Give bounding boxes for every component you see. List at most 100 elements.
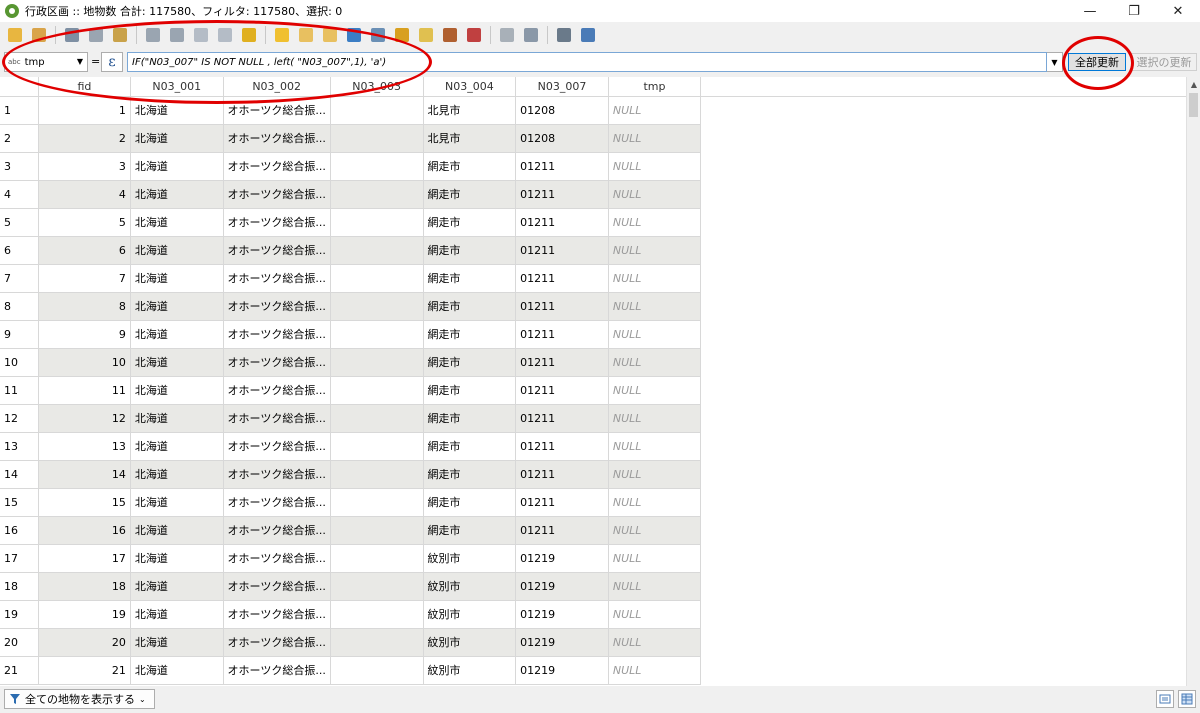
update-selected-button[interactable]: 選択の更新 bbox=[1131, 53, 1197, 71]
table-cell[interactable]: オホーツク総合振... bbox=[223, 152, 331, 181]
table-cell[interactable]: 7 bbox=[38, 264, 131, 293]
table-cell[interactable]: 01211 bbox=[515, 264, 609, 293]
row-header[interactable]: 7 bbox=[0, 264, 39, 293]
table-cell[interactable]: 01211 bbox=[515, 516, 609, 545]
table-row[interactable]: 1 1 北海道 オホーツク総合振... 北見市 01208 NULL bbox=[0, 96, 1186, 125]
table-row[interactable]: 16 16 北海道 オホーツク総合振... 網走市 01211 NULL bbox=[0, 516, 1186, 545]
table-cell[interactable]: 20 bbox=[38, 628, 131, 657]
table-cell[interactable]: 北海道 bbox=[130, 180, 224, 209]
row-header[interactable]: 8 bbox=[0, 292, 39, 321]
table-cell[interactable]: 01211 bbox=[515, 460, 609, 489]
table-cell[interactable] bbox=[330, 404, 424, 433]
table-cell[interactable]: 網走市 bbox=[423, 152, 517, 181]
table-cell[interactable]: NULL bbox=[608, 264, 702, 293]
table-cell[interactable]: 12 bbox=[38, 404, 131, 433]
row-header[interactable]: 6 bbox=[0, 236, 39, 265]
save-edits-icon[interactable] bbox=[61, 24, 83, 46]
table-cell[interactable]: NULL bbox=[608, 432, 702, 461]
table-cell[interactable]: 網走市 bbox=[423, 208, 517, 237]
form-view-icon[interactable] bbox=[1156, 690, 1174, 708]
field-calculator-icon[interactable] bbox=[496, 24, 518, 46]
filter-menu-button[interactable]: 全ての地物を表示する ⌄ bbox=[4, 689, 155, 709]
table-cell[interactable] bbox=[330, 544, 424, 573]
row-header[interactable]: 11 bbox=[0, 376, 39, 405]
table-cell[interactable]: 紋別市 bbox=[423, 572, 517, 601]
table-cell[interactable]: 北海道 bbox=[130, 516, 224, 545]
table-cell[interactable]: 網走市 bbox=[423, 432, 517, 461]
table-cell[interactable] bbox=[330, 320, 424, 349]
table-cell[interactable]: NULL bbox=[608, 180, 702, 209]
add-feature-icon[interactable] bbox=[109, 24, 131, 46]
table-cell[interactable]: 網走市 bbox=[423, 348, 517, 377]
table-cell[interactable] bbox=[330, 292, 424, 321]
table-cell[interactable]: 網走市 bbox=[423, 236, 517, 265]
restore-button[interactable]: ❐ bbox=[1112, 0, 1156, 22]
table-cell[interactable]: 北海道 bbox=[130, 488, 224, 517]
table-cell[interactable] bbox=[330, 572, 424, 601]
table-cell[interactable]: オホーツク総合振... bbox=[223, 460, 331, 489]
table-cell[interactable]: 01211 bbox=[515, 432, 609, 461]
minimize-button[interactable]: — bbox=[1068, 0, 1112, 22]
invert-selection-icon[interactable] bbox=[295, 24, 317, 46]
table-cell[interactable]: 01211 bbox=[515, 376, 609, 405]
table-cell[interactable]: 紋別市 bbox=[423, 628, 517, 657]
row-header[interactable]: 20 bbox=[0, 628, 39, 657]
table-cell[interactable]: 6 bbox=[38, 236, 131, 265]
row-header[interactable]: 12 bbox=[0, 404, 39, 433]
table-cell[interactable] bbox=[330, 600, 424, 629]
table-cell[interactable]: 01211 bbox=[515, 180, 609, 209]
table-cell[interactable]: 網走市 bbox=[423, 320, 517, 349]
table-cell[interactable]: 8 bbox=[38, 292, 131, 321]
table-cell[interactable]: 北海道 bbox=[130, 292, 224, 321]
row-header[interactable]: 1 bbox=[0, 96, 39, 125]
column-header[interactable]: N03_001 bbox=[130, 77, 224, 97]
table-cell[interactable]: 01208 bbox=[515, 96, 609, 125]
table-cell[interactable]: オホーツク総合振... bbox=[223, 124, 331, 153]
field-select[interactable]: abc tmp ▼ bbox=[4, 52, 88, 72]
row-header[interactable]: 4 bbox=[0, 180, 39, 209]
table-cell[interactable]: オホーツク総合振... bbox=[223, 544, 331, 573]
table-row[interactable]: 4 4 北海道 オホーツク総合振... 網走市 01211 NULL bbox=[0, 180, 1186, 209]
table-row[interactable]: 11 11 北海道 オホーツク総合振... 網走市 01211 NULL bbox=[0, 376, 1186, 405]
table-cell[interactable]: 9 bbox=[38, 320, 131, 349]
table-cell[interactable]: NULL bbox=[608, 236, 702, 265]
table-cell[interactable]: 網走市 bbox=[423, 292, 517, 321]
table-cell[interactable]: 01208 bbox=[515, 124, 609, 153]
expression-builder-button[interactable]: ε bbox=[101, 52, 123, 72]
table-cell[interactable] bbox=[330, 432, 424, 461]
table-cell[interactable]: 17 bbox=[38, 544, 131, 573]
table-cell[interactable]: 紋別市 bbox=[423, 656, 517, 685]
row-header[interactable]: 2 bbox=[0, 124, 39, 153]
table-cell[interactable]: 北海道 bbox=[130, 208, 224, 237]
table-cell[interactable]: 01211 bbox=[515, 348, 609, 377]
table-cell[interactable]: 01219 bbox=[515, 544, 609, 573]
table-cell[interactable]: オホーツク総合振... bbox=[223, 572, 331, 601]
table-cell[interactable]: NULL bbox=[608, 124, 702, 153]
table-cell[interactable]: 網走市 bbox=[423, 404, 517, 433]
table-cell[interactable] bbox=[330, 516, 424, 545]
table-cell[interactable]: NULL bbox=[608, 460, 702, 489]
deselect-icon[interactable] bbox=[319, 24, 341, 46]
table-cell[interactable]: 01219 bbox=[515, 628, 609, 657]
row-header[interactable]: 21 bbox=[0, 656, 39, 685]
table-view-icon[interactable] bbox=[1178, 690, 1196, 708]
update-all-button[interactable]: 全部更新 bbox=[1068, 53, 1126, 71]
table-cell[interactable]: オホーツク総合振... bbox=[223, 600, 331, 629]
table-cell[interactable]: 01219 bbox=[515, 572, 609, 601]
table-cell[interactable]: 13 bbox=[38, 432, 131, 461]
move-selection-top-icon[interactable] bbox=[367, 24, 389, 46]
table-corner[interactable] bbox=[0, 77, 39, 97]
table-cell[interactable]: 北海道 bbox=[130, 432, 224, 461]
close-button[interactable]: ✕ bbox=[1156, 0, 1200, 22]
row-header[interactable]: 19 bbox=[0, 600, 39, 629]
table-cell[interactable]: オホーツク総合振... bbox=[223, 432, 331, 461]
table-cell[interactable] bbox=[330, 124, 424, 153]
table-cell[interactable]: オホーツク総合振... bbox=[223, 376, 331, 405]
table-cell[interactable]: 15 bbox=[38, 488, 131, 517]
table-cell[interactable]: 18 bbox=[38, 572, 131, 601]
pan-to-selected-icon[interactable] bbox=[391, 24, 413, 46]
table-cell[interactable]: 網走市 bbox=[423, 460, 517, 489]
row-header[interactable]: 10 bbox=[0, 348, 39, 377]
table-cell[interactable]: 3 bbox=[38, 152, 131, 181]
table-cell[interactable]: オホーツク総合振... bbox=[223, 488, 331, 517]
